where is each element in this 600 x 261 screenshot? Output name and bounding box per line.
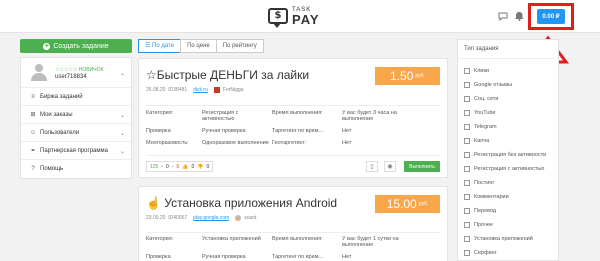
filter-option[interactable]: Установка приложений [464, 236, 533, 242]
chevron-down-icon: ⌄ [119, 113, 125, 119]
task-details: Категория: Установка приложений Время вы… [146, 232, 440, 261]
bell-icon[interactable] [515, 11, 524, 24]
filter-option[interactable]: Прочее [464, 222, 493, 228]
menu-item-my-orders[interactable]: ⊞ Мои заказы ⌄ [21, 106, 131, 124]
execute-button[interactable]: Выполнить [404, 161, 440, 172]
checkbox[interactable] [464, 236, 470, 242]
menu-item-users[interactable]: ☺ Пользователи ⌄ [21, 124, 131, 142]
user-rank: ☆☆☆☆☆ НОВИЧОК [55, 67, 104, 73]
task-meta: 26.08.20 ID38481 dick.ru ForNigga [146, 87, 244, 93]
top-bar: $ TASK PAY 0.00 ₽ [0, 0, 600, 33]
chevron-down-icon: ⌄ [119, 131, 125, 137]
logo-icon: $ [268, 8, 288, 28]
logo-bottom-text: PAY [292, 11, 320, 27]
filter-option[interactable]: Соц. сети [464, 96, 498, 102]
create-task-button[interactable]: + Создать задание [20, 39, 132, 53]
chevron-down-icon: ⌄ [119, 149, 125, 155]
checkbox[interactable] [464, 138, 470, 144]
user-flag-icon [213, 87, 220, 93]
filter-option[interactable]: Google отзывы [464, 82, 512, 88]
sort-tabs: ☰ По дате По цене По рейтингу [138, 39, 264, 53]
task-site-link[interactable]: dick.ru [193, 87, 208, 93]
filter-option[interactable]: Регистрация без активности [464, 152, 546, 158]
tab-by-rating[interactable]: По рейтингу [215, 39, 264, 53]
menu-item-task-exchange[interactable]: ≡ Биржа заданий [21, 88, 131, 106]
filter-option[interactable]: Комментарии [464, 194, 509, 200]
balance-button[interactable]: 0.00 ₽ [537, 9, 565, 24]
eye-icon[interactable]: ◉ [384, 161, 396, 172]
filter-option[interactable]: Капча [464, 138, 489, 144]
list-icon: ≡ [31, 93, 35, 100]
detail-row: Проверка Ручная проверка Таргетинг по вр… [146, 254, 352, 260]
tab-by-price[interactable]: По цене [180, 39, 217, 53]
filter-title: Тип задания [464, 46, 499, 52]
username: user718834 [55, 74, 87, 80]
users-icon: ☺ [29, 129, 37, 136]
avatar [31, 64, 47, 81]
menu-item-partner-program[interactable]: ⚭ Партнерская программа ⌄ [21, 142, 131, 160]
cart-icon: ⊞ [30, 112, 36, 118]
task-title[interactable]: ☝ Установка приложения Android [146, 196, 337, 210]
user-avatar-icon [235, 215, 242, 221]
checkbox[interactable] [464, 180, 470, 186]
checkbox[interactable] [464, 166, 470, 172]
task-card[interactable]: ☝ Установка приложения Android 23.09.20 … [138, 186, 448, 261]
checkbox[interactable] [464, 250, 470, 256]
checkbox[interactable] [464, 82, 470, 88]
filter-option[interactable]: YouTube [464, 110, 496, 116]
task-type-filter: Тип задания Клики Google отзывы Соц. сет… [457, 39, 559, 261]
checkbox[interactable] [464, 208, 470, 214]
thumbs-down-icon[interactable]: 👎 [197, 164, 203, 170]
chevron-down-icon[interactable]: ⌄ [120, 70, 125, 77]
filter-option[interactable]: Постинг [464, 180, 494, 186]
vote-counter: 125 - 0 - 0 👍 0 👎 0 [146, 161, 214, 172]
task-author[interactable]: soant [244, 215, 256, 221]
task-site-link[interactable]: play.google.com [193, 215, 229, 221]
menu-item-help[interactable]: ? Помощь [21, 160, 131, 178]
thumbs-up-icon[interactable]: 👍 [182, 164, 188, 170]
task-price: 15.00 руб. [375, 195, 440, 213]
checkbox[interactable] [464, 152, 470, 158]
checkbox[interactable] [464, 194, 470, 200]
balance-highlight: 0.00 ₽ [528, 3, 574, 30]
task-card[interactable]: ☆Быстрые ДЕНЬГИ за лайки 26.08.20 ID3848… [138, 58, 448, 178]
filter-option[interactable]: Клики [464, 68, 489, 74]
task-footer: 125 - 0 - 0 👍 0 👎 0 ▯ ◉ Выполнить [146, 155, 440, 172]
task-details: Категория: Регистрация с активностью Вре… [146, 105, 440, 158]
detail-row: Проверка Ручная проверка Таргетинг по вр… [146, 128, 352, 134]
sidebar: ☆☆☆☆☆ НОВИЧОК user718834 ⌄ ≡ Биржа задан… [20, 57, 132, 179]
task-meta: 23.09.20 ID40067 play.google.com soant [146, 215, 257, 221]
filter-option[interactable]: Серфинг [464, 250, 497, 256]
bookmark-icon[interactable]: ▯ [366, 161, 378, 172]
detail-row: Категория: Регистрация с активностью Вре… [146, 110, 397, 123]
checkbox[interactable] [464, 96, 470, 102]
chat-icon[interactable] [498, 11, 508, 24]
tab-by-date[interactable]: ☰ По дате [138, 39, 182, 53]
profile[interactable]: ☆☆☆☆☆ НОВИЧОК user718834 ⌄ [21, 58, 131, 88]
checkbox[interactable] [464, 68, 470, 74]
checkbox[interactable] [464, 222, 470, 228]
checkbox[interactable] [464, 110, 470, 116]
filter-option[interactable]: Регистрация с активностью [464, 166, 544, 172]
handshake-icon: ⚭ [30, 148, 36, 154]
plus-icon: + [43, 42, 51, 50]
filter-option[interactable]: Telegram [464, 124, 497, 130]
task-price: 1.50 руб. [375, 67, 440, 85]
detail-row: Категория: Установка приложений Время вы… [146, 236, 399, 249]
filter-option[interactable]: Перевод [464, 208, 496, 214]
task-author[interactable]: ForNigga [223, 87, 244, 93]
checkbox[interactable] [464, 124, 470, 130]
logo[interactable]: $ TASK PAY [268, 4, 320, 28]
help-icon: ? [31, 166, 35, 172]
task-title[interactable]: ☆Быстрые ДЕНЬГИ за лайки [146, 68, 309, 82]
